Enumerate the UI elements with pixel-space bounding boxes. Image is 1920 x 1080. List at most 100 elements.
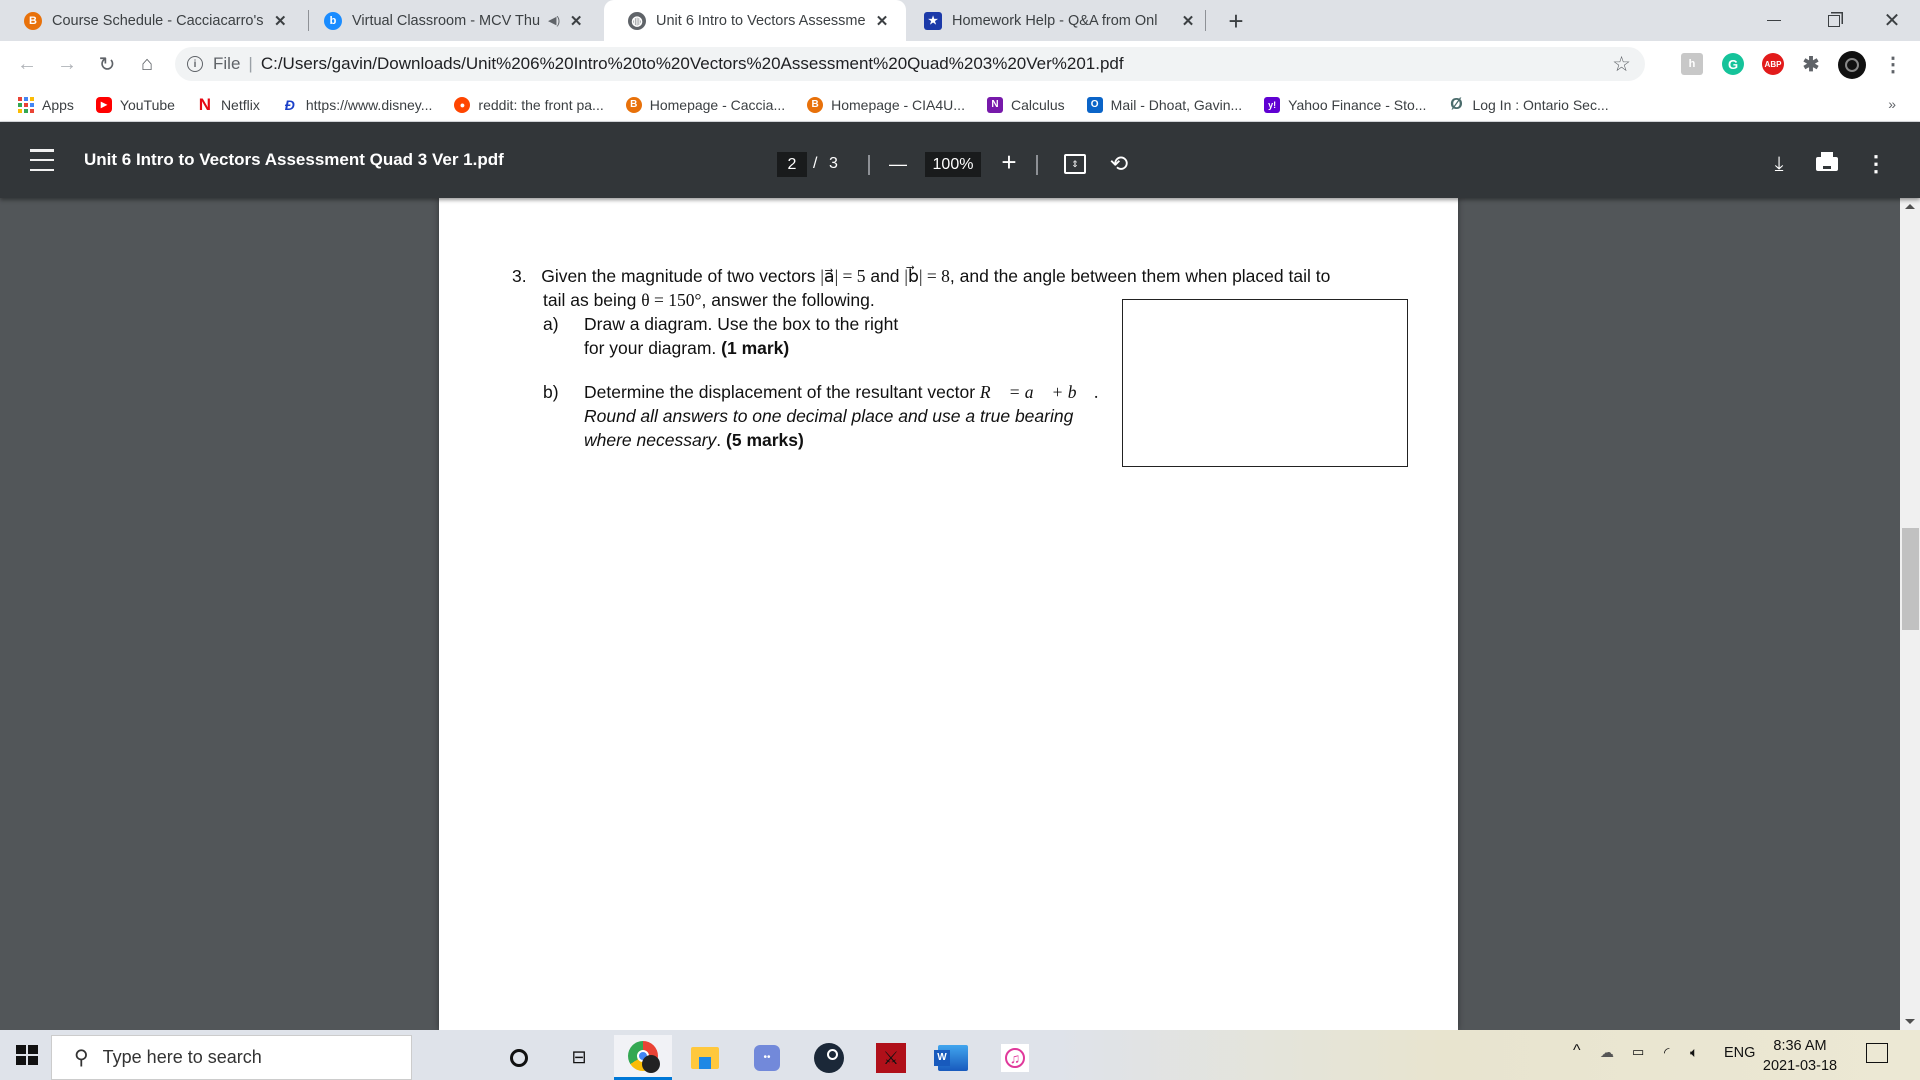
chrome-menu-icon[interactable]: ⋮ [1882, 53, 1904, 76]
chrome-taskbar-icon[interactable] [614, 1035, 672, 1080]
honey-extension-icon[interactable]: h [1681, 53, 1703, 75]
tab-course-schedule[interactable]: B Course Schedule - Cacciacarro's M ✕ [0, 0, 300, 41]
zoom-in-button[interactable]: + [996, 147, 1022, 177]
home-button[interactable]: ⌂ [132, 49, 162, 79]
bookmark-calculus[interactable]: N Calculus [986, 96, 1065, 113]
bookmark-yahoo-finance[interactable]: y! Yahoo Finance - Sto... [1264, 96, 1426, 113]
taskbar-search-input[interactable]: ⚲ Type here to search [51, 1035, 412, 1080]
bookmark-mail[interactable]: O Mail - Dhoat, Gavin... [1086, 96, 1242, 113]
minimize-icon [1767, 20, 1781, 21]
print-icon[interactable] [1812, 150, 1842, 178]
adblock-plus-extension-icon[interactable]: ABP [1762, 53, 1784, 75]
close-window-button[interactable]: ✕ [1861, 0, 1920, 41]
clock-date: 2021-03-18 [1762, 1058, 1838, 1074]
part-b-instructions: Round all answers to one decimal place a… [584, 406, 1074, 426]
part-b-text: . [716, 430, 727, 450]
tab-strip: B Course Schedule - Cacciacarro's M ✕ b … [0, 0, 1920, 41]
url-text[interactable]: C:/Users/gavin/Downloads/Unit%206%20Intr… [261, 54, 1124, 74]
address-bar[interactable]: i File | C:/Users/gavin/Downloads/Unit%2… [175, 47, 1645, 81]
extensions-puzzle-icon[interactable]: ✱ [1800, 53, 1822, 76]
system-clock[interactable]: 8:36 AM 2021-03-18 [1760, 1036, 1840, 1076]
scroll-up-arrow-icon[interactable] [1905, 204, 1915, 209]
tab-unit6-vectors[interactable]: ◍ Unit 6 Intro to Vectors Assessmen ✕ [604, 0, 906, 41]
question-text: Given the magnitude of two vectors [541, 266, 821, 286]
question-3-line2: tail as being θ = 150°, answer the follo… [543, 288, 875, 312]
pdf-viewport[interactable]: 3. Given the magnitude of two vectors |a… [0, 198, 1900, 1030]
new-tab-button[interactable]: + [1222, 6, 1250, 37]
globe-icon: ◍ [628, 11, 646, 30]
apps-grid-icon [18, 96, 34, 113]
pdf-sidebar-menu-icon[interactable] [30, 149, 54, 171]
action-center-notification-icon[interactable] [1866, 1043, 1888, 1063]
onedrive-cloud-icon[interactable]: ☁ [1600, 1044, 1614, 1061]
part-b-text: Determine the displacement of the result… [584, 382, 980, 402]
vertical-scrollbar[interactable] [1900, 198, 1920, 1030]
grammarly-extension-icon[interactable]: G [1722, 53, 1744, 75]
minimize-button[interactable] [1743, 0, 1805, 41]
task-view-icon[interactable]: ⊟ [550, 1035, 608, 1080]
part-b-line2: Round all answers to one decimal place a… [584, 404, 1073, 428]
part-b-instructions: where necessary [584, 430, 717, 450]
back-button[interactable]: ← [12, 49, 42, 79]
brightspace-icon: B [24, 11, 42, 30]
volume-icon[interactable]: 🔈︎ [1690, 1044, 1698, 1061]
part-a-line2: for your diagram. (1 mark) [584, 336, 789, 360]
info-icon[interactable]: i [187, 56, 203, 72]
itunes-taskbar-icon[interactable]: ♫ [986, 1035, 1044, 1080]
forward-button[interactable]: → [52, 49, 82, 79]
bookmark-reddit[interactable]: ● reddit: the front pa... [454, 96, 604, 113]
reddit-icon: ● [454, 96, 471, 113]
part-a-marks: (1 mark) [721, 338, 790, 358]
resultant-formula: R⃗ = a⃗ + b⃗ . [979, 382, 1099, 402]
battery-charging-icon[interactable]: ▭ [1632, 1044, 1644, 1060]
scroll-down-arrow-icon[interactable] [1905, 1019, 1915, 1024]
tab-homework-help[interactable]: ★ Homework Help - Q&A from Onl ✕ [900, 0, 1210, 41]
wifi-icon[interactable]: ◜ [1664, 1044, 1669, 1061]
page-separator: / [813, 155, 818, 172]
restore-icon [1828, 14, 1840, 27]
page-number-input[interactable]: 2 [777, 152, 807, 177]
reload-button[interactable]: ↻ [92, 49, 122, 79]
bookmark-apps[interactable]: Apps [18, 96, 74, 113]
close-tab-icon[interactable]: ✕ [874, 12, 890, 30]
language-indicator[interactable]: ENG [1724, 1045, 1755, 1061]
bookmark-ontario-login[interactable]: Ø Log In : Ontario Sec... [1448, 96, 1608, 113]
bookmark-label: Netflix [220, 96, 260, 113]
more-options-icon[interactable]: ⋮ [1865, 150, 1887, 178]
disney-icon: Ð [284, 96, 295, 113]
show-hidden-icons-chevron-icon[interactable]: ^ [1573, 1042, 1581, 1060]
download-icon[interactable]: ⤓ [1766, 150, 1792, 178]
brightspace-icon: B [807, 96, 824, 113]
rotate-icon[interactable]: ⟲ [1106, 150, 1132, 178]
msi-dragon-taskbar-icon[interactable]: ⚔ [862, 1035, 920, 1080]
audio-playing-icon[interactable]: ◀) [548, 14, 560, 27]
cortana-icon[interactable] [490, 1035, 548, 1080]
close-tab-icon[interactable]: ✕ [273, 12, 288, 30]
bookmark-disney[interactable]: Ð https://www.disney... [282, 97, 433, 113]
profile-avatar[interactable] [1838, 51, 1866, 79]
bookmark-star-icon[interactable]: ☆ [1612, 52, 1631, 77]
tab-virtual-classroom[interactable]: b Virtual Classroom - MCV Thu ◀) ✕ [300, 0, 600, 41]
bookmark-homepage-cia4u[interactable]: B Homepage - CIA4U... [807, 96, 965, 113]
file-explorer-taskbar-icon[interactable] [676, 1035, 734, 1080]
bookmark-homepage-caccia[interactable]: B Homepage - Caccia... [625, 96, 785, 113]
zoom-level-input[interactable]: 100% [925, 152, 981, 177]
close-tab-icon[interactable]: ✕ [568, 12, 584, 30]
discord-taskbar-icon[interactable]: •• [738, 1035, 796, 1080]
bookmark-youtube[interactable]: ▶ YouTube [95, 96, 175, 113]
part-b-line3: where necessary. (5 marks) [584, 428, 804, 452]
steam-taskbar-icon[interactable] [800, 1035, 858, 1080]
question-number: 3. [512, 266, 527, 286]
fit-to-page-icon[interactable]: ⇕ [1064, 154, 1086, 174]
bookmarks-overflow-button[interactable]: » [1888, 96, 1896, 112]
word-taskbar-icon[interactable]: W [924, 1035, 982, 1080]
tab-title: Homework Help - Q&A from Onl [952, 12, 1158, 29]
close-tab-icon[interactable]: ✕ [1180, 12, 1196, 30]
total-pages: 3 [829, 155, 838, 172]
restore-button[interactable] [1803, 0, 1865, 41]
url-divider: | [248, 54, 253, 73]
bookmark-netflix[interactable]: N Netflix [197, 95, 260, 114]
windows-start-icon[interactable] [16, 1045, 38, 1065]
scrollbar-thumb[interactable] [1902, 528, 1919, 630]
zoom-out-button[interactable]: — [886, 150, 910, 178]
